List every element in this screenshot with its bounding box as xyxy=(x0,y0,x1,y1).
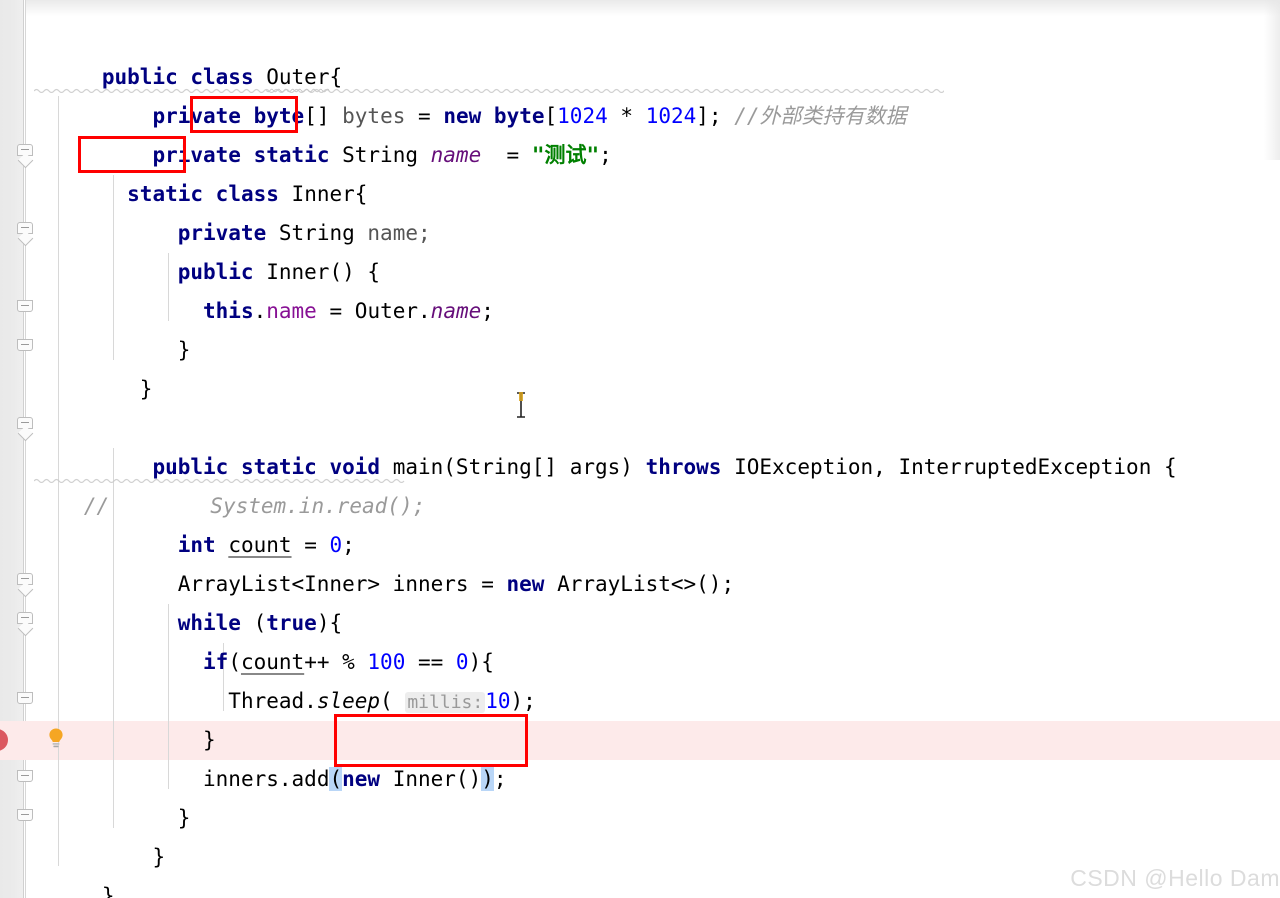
code-line-20[interactable]: } xyxy=(26,760,1280,830)
code-editor[interactable]: public class Outer{ private byte[] bytes… xyxy=(0,0,1280,898)
inspection-underline xyxy=(34,88,944,93)
code-line-4[interactable]: static class Inner{ xyxy=(26,136,1280,206)
token-brace: } xyxy=(101,884,115,898)
code-line-10[interactable] xyxy=(26,370,1280,409)
code-line-9[interactable]: } xyxy=(26,331,1280,401)
code-line-21[interactable]: } xyxy=(26,799,1280,869)
mouse-text-cursor xyxy=(517,392,525,418)
code-line-1[interactable]: public class Outer{ xyxy=(26,19,1280,89)
csdn-watermark: CSDN @Hello Dam xyxy=(1070,865,1280,891)
code-line-13[interactable]: int count = 0; xyxy=(26,487,1280,557)
code-line-6[interactable]: public Inner() { xyxy=(26,214,1280,284)
scroll-shadow-right xyxy=(1264,0,1280,160)
code-line-15[interactable]: while (true){ xyxy=(26,565,1280,635)
code-line-16[interactable]: if(count++ % 100 == 0){ xyxy=(26,604,1280,674)
code-text-area[interactable]: public class Outer{ private byte[] bytes… xyxy=(26,0,1280,898)
code-line-14[interactable]: ArrayList<Inner> inners = new ArrayList<… xyxy=(26,526,1280,596)
code-line-3[interactable]: private static String name = "测试"; xyxy=(26,97,1280,167)
code-line-18[interactable]: } xyxy=(26,682,1280,752)
scroll-shadow-top xyxy=(26,0,1280,16)
inspection-underline xyxy=(34,478,405,483)
code-line-19[interactable]: inners.add(new Inner()); xyxy=(26,721,1280,791)
editor-gutter[interactable] xyxy=(0,0,24,898)
code-line-5[interactable]: private String name; xyxy=(26,175,1280,245)
code-line-17[interactable]: Thread.sleep( millis:10); xyxy=(26,643,1280,713)
code-line-8[interactable]: } xyxy=(26,292,1280,362)
code-line-11[interactable]: public static void main(String[] args) t… xyxy=(26,409,1280,479)
lightbulb-icon[interactable] xyxy=(46,727,66,749)
code-line-7[interactable]: this.name = Outer.name; xyxy=(26,253,1280,323)
